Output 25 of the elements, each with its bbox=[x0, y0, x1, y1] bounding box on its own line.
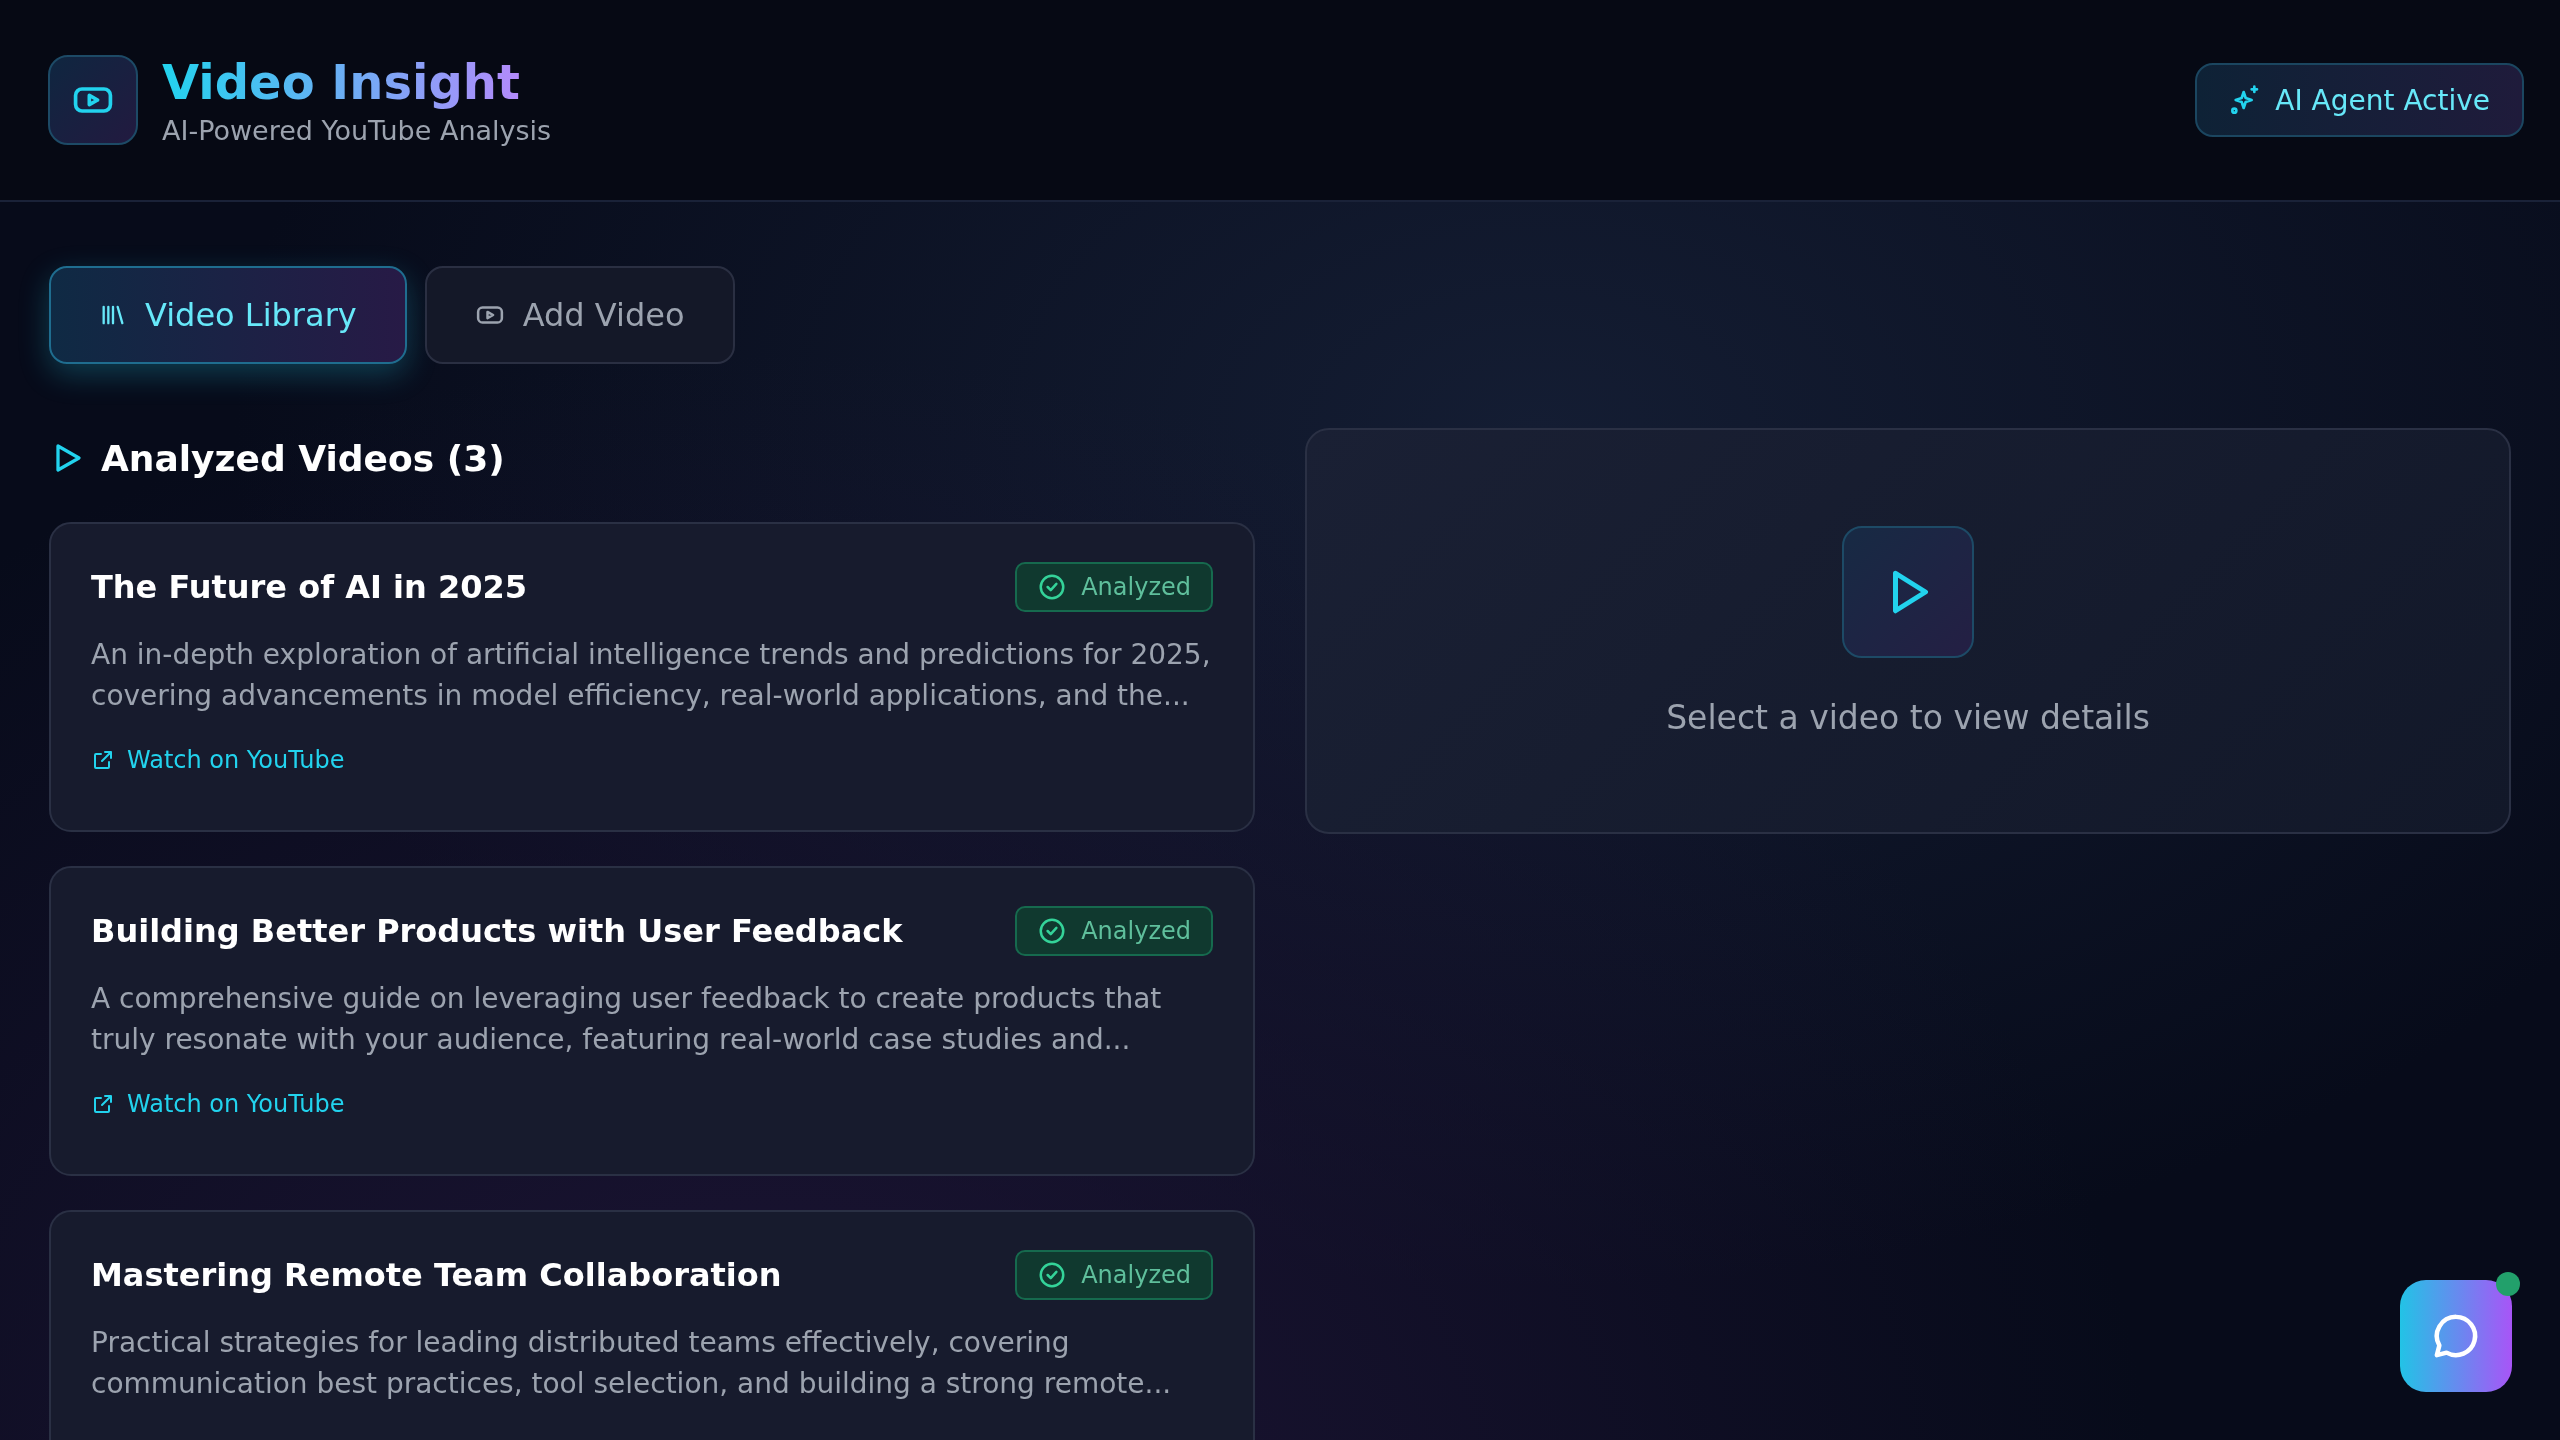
empty-state-message: Select a video to view details bbox=[1666, 697, 2150, 737]
analyzed-badge: Analyzed bbox=[1015, 906, 1213, 956]
app-subtitle: AI-Powered YouTube Analysis bbox=[162, 115, 552, 147]
video-description: A comprehensive guide on leveraging user feedback to create products that truly resonate with your audience, featuring real-world case studies and... bbox=[91, 981, 1163, 1058]
video-description: Practical strategies for leading distributed teams effectively, covering communication best practices, tool selection, and building a strong remote... bbox=[91, 1325, 1173, 1402]
video-title: The Future of AI in 2025 bbox=[91, 567, 527, 606]
video-logo-icon bbox=[48, 55, 138, 145]
tab[interactable]: Add Video bbox=[424, 266, 735, 364]
video-description: An in-depth exploration of artificial intelligence trends and predictions for 2025, covering advancements in model efficiency, real-world applications, and the... bbox=[91, 637, 1212, 714]
youtube-link[interactable]: Watch on YouTube bbox=[91, 1090, 345, 1118]
youtube-link[interactable]: Watch on YouTube bbox=[91, 746, 345, 774]
video-title: Mastering Remote Team Collaboration bbox=[91, 1255, 782, 1294]
video-card[interactable]: Mastering Remote Team Collaboration Analyzed Practical strategies for leading distributed teams effectively, covering communication best practices, tool selection, and building a strong remote... bbox=[49, 1210, 1255, 1440]
video-card[interactable] bbox=[49, 866, 1255, 1176]
analyzed-badge: Analyzed bbox=[1015, 562, 1213, 612]
play-icon bbox=[1842, 525, 1974, 658]
video-title: Building Better Products with User Feedback bbox=[91, 911, 903, 950]
external-link-icon bbox=[91, 748, 115, 772]
chat-button[interactable] bbox=[2400, 1280, 2512, 1392]
agent-status-button[interactable]: AI Agent Active bbox=[2195, 63, 2524, 137]
external-link-icon bbox=[91, 1092, 115, 1116]
video-card[interactable] bbox=[49, 522, 1255, 832]
section-title: Analyzed Videos (3) bbox=[101, 437, 505, 479]
analyzed-badge: Analyzed bbox=[1015, 1250, 1213, 1300]
tab[interactable]: Video Library bbox=[49, 266, 407, 364]
